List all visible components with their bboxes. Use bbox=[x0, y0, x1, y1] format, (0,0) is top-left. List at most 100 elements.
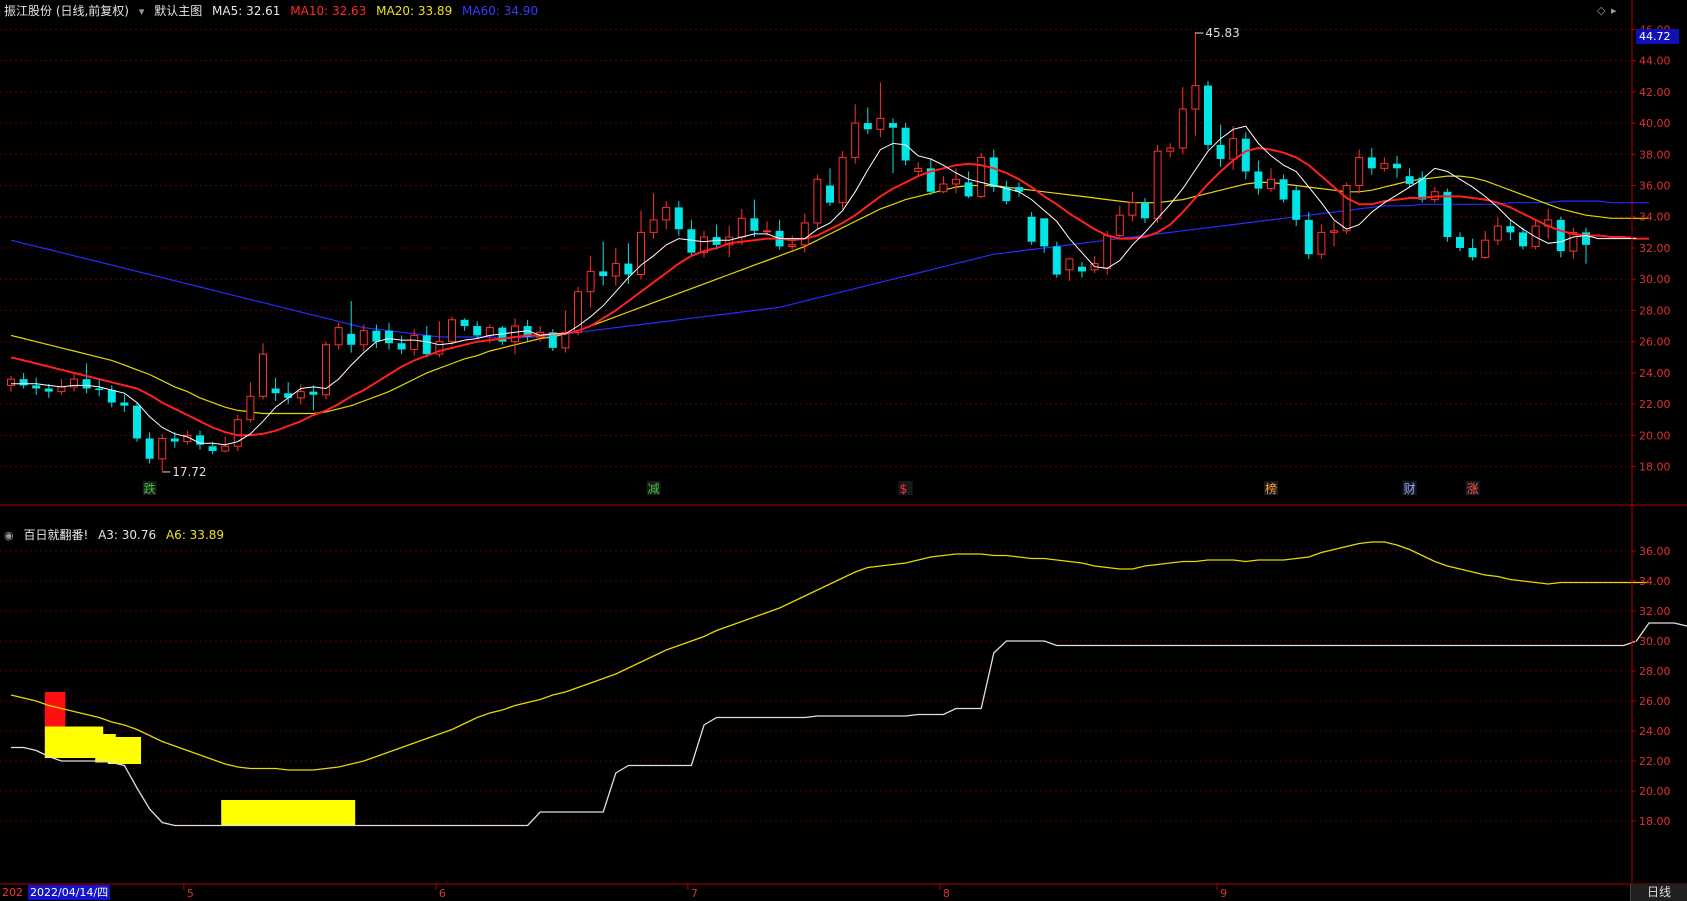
sub-tick-label: 36.00 bbox=[1639, 545, 1671, 558]
candle-body-down bbox=[44, 388, 53, 392]
candle-body-down bbox=[133, 405, 141, 439]
chart-template-label[interactable]: 默认主图 bbox=[154, 4, 202, 18]
main-tick-label: 34.00 bbox=[1639, 211, 1671, 224]
candle bbox=[952, 168, 960, 194]
candle bbox=[1582, 227, 1590, 264]
candle bbox=[385, 322, 393, 350]
candle-body-down bbox=[1393, 163, 1401, 169]
diamond-icon[interactable]: ◇ bbox=[1597, 4, 1605, 17]
main-tick-label: 20.00 bbox=[1639, 429, 1671, 442]
candle bbox=[1204, 80, 1212, 150]
candle-body-up bbox=[1493, 225, 1502, 241]
candle bbox=[1015, 182, 1023, 197]
ma20-value: MA20: 33.89 bbox=[376, 4, 453, 18]
candle-body-down bbox=[1519, 232, 1527, 247]
candle-body-up bbox=[1267, 178, 1275, 190]
main-chart-header: 振江股份 (日线,前复权) ▾ 默认主图 MA5: 32.61 MA10: 32… bbox=[4, 2, 544, 20]
candle bbox=[611, 247, 620, 286]
candle bbox=[1153, 144, 1162, 223]
ma60-path bbox=[10, 200, 1649, 340]
candle-body-down bbox=[1506, 226, 1515, 233]
candle-body-down bbox=[473, 326, 482, 336]
candle bbox=[687, 219, 696, 256]
sub-panel-toggle-icon[interactable]: ◉ bbox=[4, 529, 14, 542]
a6-value: A6: 33.89 bbox=[165, 528, 225, 542]
candle bbox=[876, 82, 885, 138]
candle-body-up bbox=[1229, 138, 1238, 160]
candle-body-down bbox=[120, 402, 129, 406]
candlestick-series bbox=[7, 32, 1590, 471]
candle-body-down bbox=[624, 263, 633, 275]
sub-tick-label: 32.00 bbox=[1639, 605, 1671, 618]
candle-body-up bbox=[259, 353, 267, 397]
candle-body-up bbox=[1355, 156, 1364, 187]
candle bbox=[1141, 198, 1149, 223]
collapse-icon[interactable]: ▸ bbox=[1611, 4, 1617, 17]
candle-body-up bbox=[813, 178, 822, 224]
candle bbox=[1254, 160, 1263, 195]
candle-body-up bbox=[788, 244, 797, 247]
candle bbox=[70, 372, 78, 392]
candle bbox=[1531, 219, 1540, 250]
a3-line bbox=[11, 622, 1687, 827]
candle bbox=[82, 363, 91, 394]
main-tick-label: 30.00 bbox=[1639, 273, 1671, 286]
main-tick-label: 42.00 bbox=[1639, 86, 1671, 99]
candle bbox=[271, 377, 280, 401]
candle bbox=[1355, 149, 1364, 194]
signal-block bbox=[221, 800, 356, 826]
candle bbox=[233, 415, 242, 451]
candle-body-up bbox=[158, 437, 167, 460]
candle bbox=[1330, 221, 1338, 247]
candle bbox=[259, 343, 267, 400]
candle-body-up bbox=[1342, 185, 1351, 232]
period-tab-daily[interactable]: 日线 bbox=[1630, 884, 1687, 901]
sub-tick-label: 28.00 bbox=[1639, 665, 1671, 678]
candle bbox=[1481, 230, 1490, 259]
candle bbox=[1456, 232, 1464, 252]
chart-menu-toggle-icon[interactable]: ▾ bbox=[139, 5, 145, 18]
candle-body-up bbox=[586, 270, 595, 293]
candle-body-up bbox=[296, 391, 305, 399]
sub-tick-label: 18.00 bbox=[1639, 815, 1671, 828]
ma5-path bbox=[11, 125, 1637, 446]
main-tick-label: 26.00 bbox=[1639, 336, 1671, 349]
main-panel-grid bbox=[0, 28, 1632, 468]
candle-body-up bbox=[448, 319, 456, 343]
candle bbox=[1115, 205, 1124, 239]
event-marker-label: 财 bbox=[1404, 482, 1416, 496]
candle bbox=[1317, 224, 1326, 259]
candle-body-up bbox=[359, 330, 368, 346]
candle-body-up bbox=[977, 156, 986, 197]
sub-panel-blocks bbox=[44, 692, 356, 826]
candle bbox=[548, 329, 557, 352]
stock-title[interactable]: 振江股份 (日线,前复权) bbox=[4, 4, 129, 18]
candle bbox=[322, 341, 330, 400]
candle-body-down bbox=[1443, 191, 1452, 238]
annotation-label: 45.83 bbox=[1205, 26, 1239, 40]
candle bbox=[1166, 143, 1175, 158]
candle-body-up bbox=[1178, 108, 1187, 149]
candle bbox=[977, 152, 986, 199]
candle bbox=[1367, 148, 1376, 175]
candle bbox=[397, 335, 406, 355]
candle bbox=[145, 432, 154, 464]
signal-block bbox=[107, 737, 141, 764]
candle-body-down bbox=[1027, 216, 1036, 242]
candle-body-up bbox=[485, 327, 494, 336]
candle-body-down bbox=[271, 388, 280, 394]
candle bbox=[284, 382, 293, 405]
sub-tick-label: 22.00 bbox=[1639, 755, 1671, 768]
candle bbox=[1405, 168, 1414, 188]
candle-body-down bbox=[82, 379, 91, 389]
candle bbox=[712, 224, 721, 250]
candle bbox=[586, 255, 595, 308]
indicator-name[interactable]: 百日就翻番! bbox=[23, 528, 88, 542]
main-tick-label: 24.00 bbox=[1639, 367, 1671, 380]
candle-body-up bbox=[334, 327, 343, 346]
candle-body-down bbox=[1040, 218, 1049, 247]
candle bbox=[1506, 219, 1515, 241]
candle bbox=[1292, 185, 1301, 227]
candle-body-down bbox=[1279, 179, 1288, 200]
candle-body-down bbox=[170, 438, 179, 442]
